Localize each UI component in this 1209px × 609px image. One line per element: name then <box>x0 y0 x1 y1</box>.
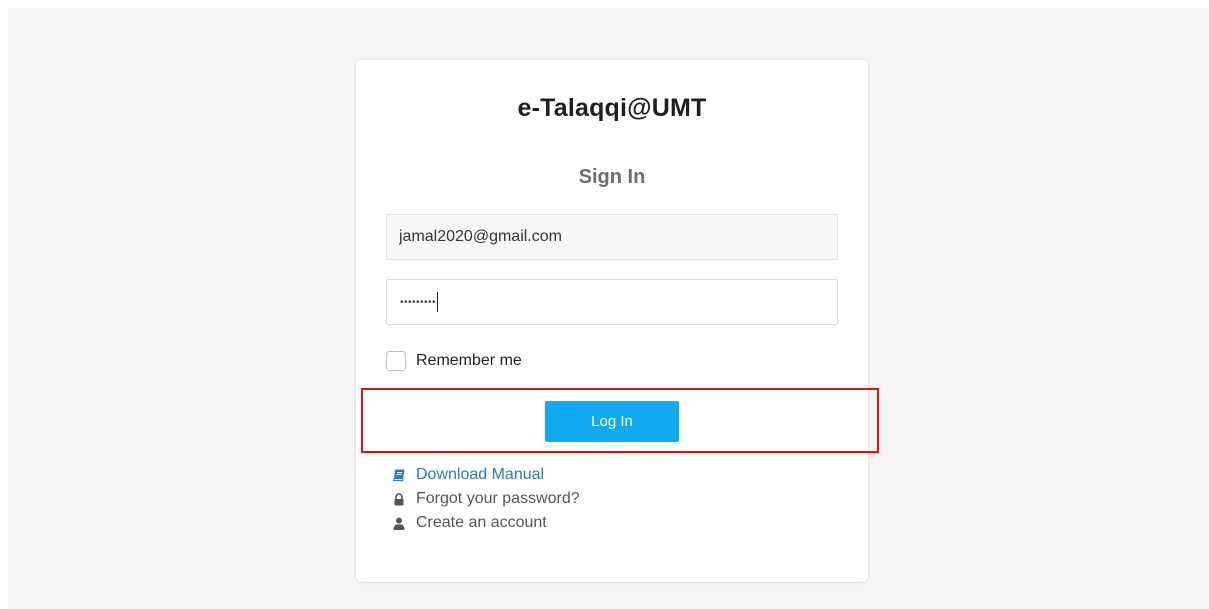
forgot-password-link[interactable]: Forgot your password? <box>392 487 580 511</box>
login-card: e-Talaqqi@UMT Sign In ••••••••• Remember… <box>356 60 868 582</box>
create-account-link[interactable]: Create an account <box>392 511 580 535</box>
user-icon <box>392 516 406 530</box>
download-manual-label[interactable]: Download Manual <box>416 466 544 484</box>
forgot-password-label[interactable]: Forgot your password? <box>416 490 580 508</box>
download-manual-link[interactable]: Download Manual <box>392 462 580 487</box>
password-masked-value: ••••••••• <box>400 280 439 324</box>
password-field[interactable]: ••••••••• <box>386 279 838 325</box>
sign-in-heading: Sign In <box>578 166 646 188</box>
help-links: Download Manual Forgot your password? Cr… <box>392 462 580 535</box>
app-title: e-Talaqqi@UMT <box>517 94 707 122</box>
remember-me-checkbox[interactable] <box>386 351 406 371</box>
lock-icon <box>392 492 406 506</box>
book-icon <box>392 468 406 482</box>
login-button[interactable]: Log In <box>545 401 679 442</box>
remember-me-label[interactable]: Remember me <box>416 352 522 370</box>
create-account-label[interactable]: Create an account <box>416 514 547 532</box>
email-field[interactable] <box>386 214 838 260</box>
remember-me-row[interactable]: Remember me <box>386 351 522 371</box>
